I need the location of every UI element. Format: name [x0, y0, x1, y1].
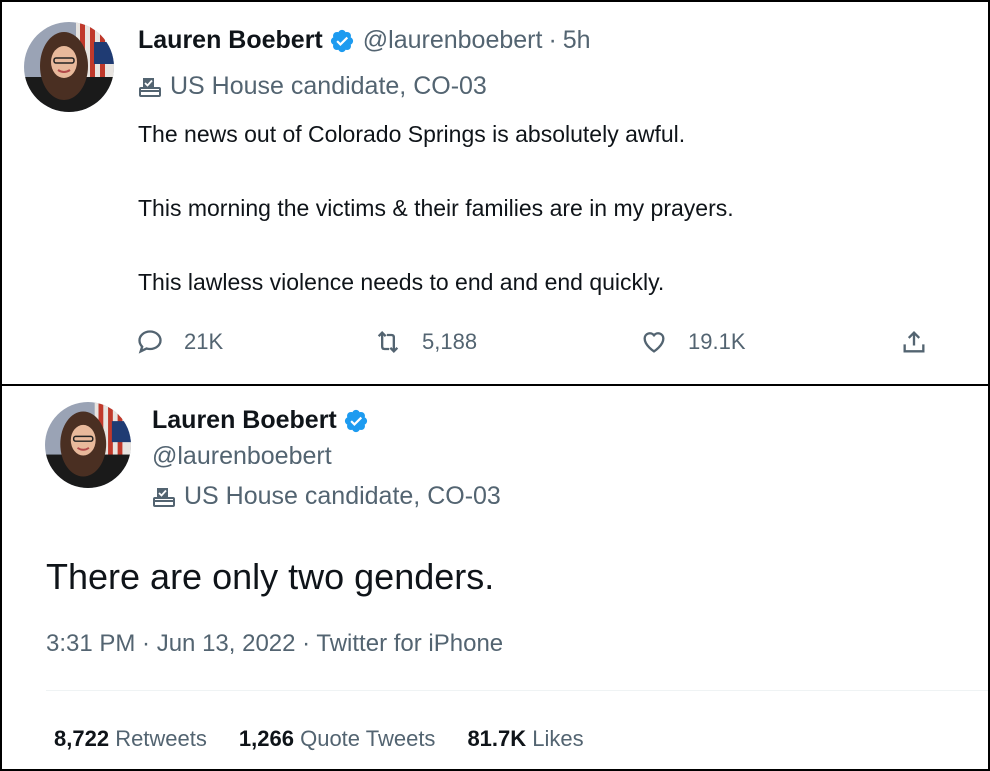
ballot-box-icon: [153, 487, 175, 507]
display-name[interactable]: Lauren Boebert: [152, 406, 337, 435]
top-tweet-panel: Lauren Boebert @laurenboebert · 5h US Ho…: [0, 0, 990, 386]
tweet-text-line: This morning the victims & their familie…: [138, 195, 734, 221]
share-icon: [903, 331, 925, 353]
handle[interactable]: @laurenboebert: [152, 442, 332, 471]
like-count: 19.1K: [688, 329, 746, 354]
likes-count: 81.7K: [467, 726, 527, 751]
avatar[interactable]: [24, 22, 114, 112]
verified-badge-icon: [344, 409, 367, 432]
tweet-stats: 8,722 Retweets 1,266 Quote Tweets 81.7K …: [54, 726, 584, 752]
divider: [46, 690, 988, 691]
retweets-label: Retweets: [115, 726, 207, 751]
share-button[interactable]: [900, 328, 948, 356]
tweet-text-line: This lawless violence needs to end and e…: [138, 269, 665, 295]
retweet-icon: [377, 331, 399, 353]
candidate-label: US House candidate, CO-03: [152, 482, 501, 511]
tweet-text: There are only two genders.: [46, 556, 495, 597]
retweets-stat[interactable]: 8,722 Retweets: [54, 726, 207, 752]
candidate-label: US House candidate, CO-03: [138, 72, 487, 101]
tweet-actions: 21K 5,188 19.1K: [136, 324, 936, 364]
quote-tweets-count: 1,266: [238, 726, 294, 751]
retweet-button[interactable]: 5,188: [374, 328, 477, 356]
avatar[interactable]: [45, 402, 131, 488]
like-button[interactable]: 19.1K: [640, 328, 746, 356]
avatar-image: [45, 402, 131, 488]
timestamp[interactable]: 5h: [563, 26, 591, 55]
ballot-box-icon: [139, 77, 161, 97]
quote-tweets-label: Quote Tweets: [300, 726, 436, 751]
retweets-count: 8,722: [54, 726, 110, 751]
tweet-text-line: The news out of Colorado Springs is abso…: [138, 121, 686, 147]
candidate-label-text: US House candidate, CO-03: [184, 482, 501, 510]
separator: ·: [548, 26, 557, 54]
reply-count: 21K: [184, 329, 224, 354]
quote-tweets-stat[interactable]: 1,266 Quote Tweets: [239, 726, 436, 752]
author-line: Lauren Boebert: [152, 406, 377, 435]
display-name[interactable]: Lauren Boebert: [138, 26, 323, 55]
verified-badge-icon: [330, 29, 353, 52]
author-line: Lauren Boebert @laurenboebert · 5h: [138, 26, 591, 55]
reply-button[interactable]: 21K: [136, 328, 223, 356]
reply-icon: [138, 330, 162, 354]
tweet-meta[interactable]: 3:31 PM · Jun 13, 2022 · Twitter for iPh…: [46, 630, 503, 658]
handle[interactable]: @laurenboebert: [363, 26, 543, 55]
avatar-image: [24, 22, 114, 112]
candidate-label-text: US House candidate, CO-03: [170, 72, 487, 100]
likes-stat[interactable]: 81.7K Likes: [467, 726, 583, 752]
retweet-count: 5,188: [422, 329, 478, 354]
likes-label: Likes: [532, 726, 584, 751]
heart-icon: [643, 332, 665, 353]
